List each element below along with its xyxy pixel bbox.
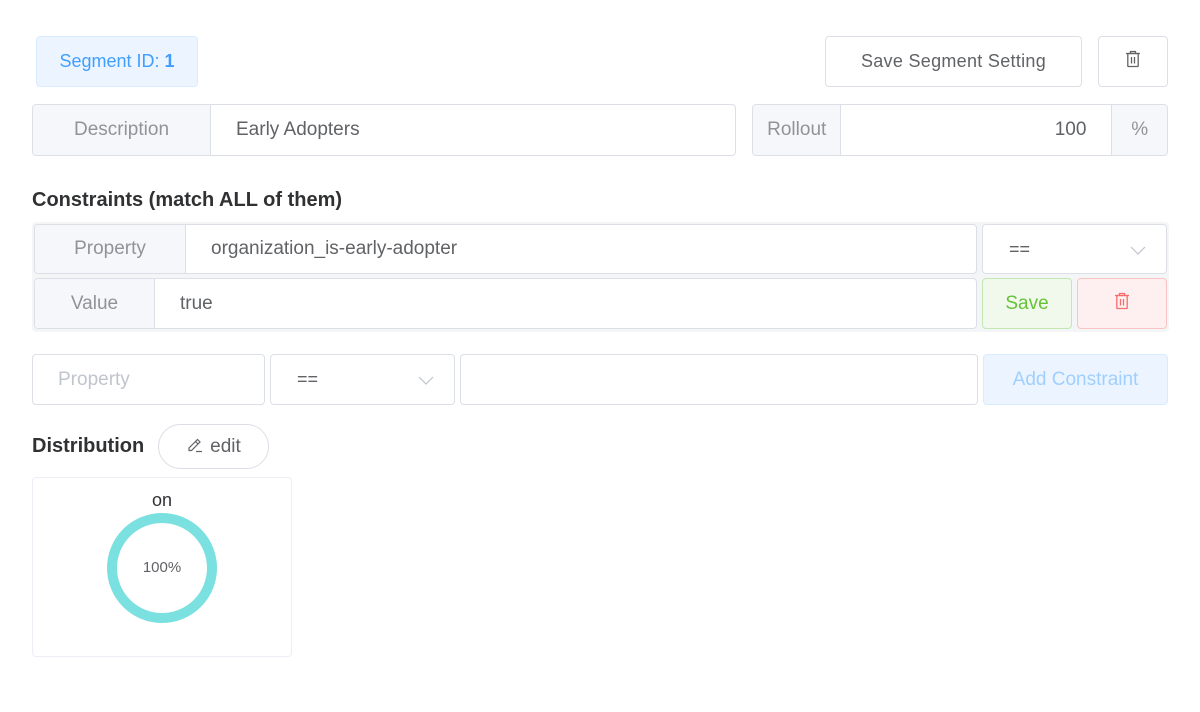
- description-label: Description: [33, 105, 211, 155]
- segment-id-label: Segment ID:: [59, 51, 160, 71]
- variant-percent: 100%: [142, 559, 182, 576]
- rollout-field-group: Rollout %: [752, 104, 1168, 156]
- constraints-title: Constraints (match ALL of them): [32, 189, 343, 211]
- chevron-down-icon: [418, 369, 434, 390]
- constraint-property-group: Property: [34, 224, 977, 274]
- save-segment-setting-label: Save Segment Setting: [860, 51, 1047, 71]
- save-constraint-label: Save: [1005, 292, 1049, 314]
- variant-label: on: [151, 490, 173, 510]
- segment-id-badge: Segment ID: 1: [36, 36, 198, 87]
- delete-segment-button[interactable]: [1098, 36, 1168, 87]
- new-constraint-property-input[interactable]: [32, 354, 265, 405]
- distribution-title: Distribution: [32, 435, 145, 457]
- description-input[interactable]: [211, 105, 735, 155]
- constraint-operator-value: ==: [1009, 238, 1031, 259]
- new-constraint-operator-select[interactable]: ==: [270, 354, 455, 405]
- rollout-label: Rollout: [753, 105, 842, 155]
- add-constraint-button[interactable]: Add Constraint: [983, 354, 1168, 405]
- constraint-property-label: Property: [35, 225, 186, 273]
- save-constraint-button[interactable]: Save: [982, 278, 1072, 329]
- chevron-down-icon: [1130, 239, 1146, 260]
- distribution-card: on 100%: [32, 477, 292, 657]
- segment-id-value: 1: [164, 51, 175, 71]
- constraint-value-input[interactable]: [155, 279, 976, 328]
- add-constraint-label: Add Constraint: [1012, 368, 1139, 390]
- edit-label: edit: [210, 435, 241, 457]
- description-field-group: Description: [32, 104, 736, 156]
- pencil-icon: [186, 435, 204, 459]
- constraint-operator-select[interactable]: ==: [982, 224, 1167, 274]
- new-constraint-value-input[interactable]: [460, 354, 978, 405]
- trash-icon: [1125, 50, 1141, 73]
- constraint-value-label: Value: [35, 279, 155, 328]
- constraint-property-input[interactable]: [186, 225, 976, 273]
- delete-constraint-button[interactable]: [1077, 278, 1167, 329]
- save-segment-setting-button[interactable]: Save Segment Setting: [825, 36, 1082, 87]
- trash-icon: [1114, 292, 1130, 315]
- constraint-value-group: Value: [34, 278, 977, 329]
- rollout-percent-suffix: %: [1111, 105, 1167, 155]
- rollout-input[interactable]: [841, 105, 1112, 155]
- new-constraint-operator-value: ==: [297, 369, 319, 389]
- edit-distribution-button[interactable]: edit: [158, 424, 269, 469]
